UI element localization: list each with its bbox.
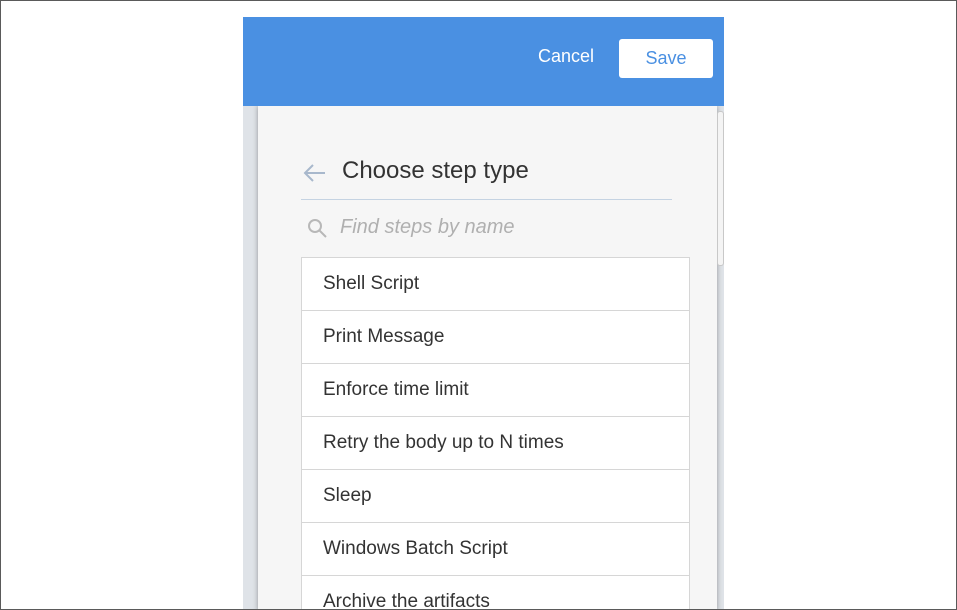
search-icon: [307, 218, 329, 240]
cancel-button[interactable]: Cancel: [536, 37, 596, 75]
arrow-left-icon[interactable]: [301, 159, 329, 187]
editor-panel: Choose step type Shell Script Print Mess…: [243, 106, 724, 609]
list-item[interactable]: Retry the body up to N times: [301, 417, 690, 470]
list-item[interactable]: Sleep: [301, 470, 690, 523]
search-input[interactable]: [340, 211, 670, 243]
list-item[interactable]: Windows Batch Script: [301, 523, 690, 576]
scrollbar-thumb[interactable]: [717, 111, 724, 266]
list-item[interactable]: Shell Script: [301, 258, 690, 311]
page-title: Choose step type: [342, 157, 529, 184]
step-chooser-panel: Choose step type Shell Script Print Mess…: [258, 106, 717, 609]
save-button[interactable]: Save: [619, 39, 713, 78]
list-item[interactable]: Archive the artifacts: [301, 576, 690, 609]
list-item[interactable]: Enforce time limit: [301, 364, 690, 417]
step-chooser-header: Choose step type: [301, 151, 672, 200]
top-toolbar: Cancel Save: [243, 17, 724, 106]
window-frame: Cancel Save Choose step type Find steps …: [0, 0, 957, 610]
search-bar: [307, 211, 672, 243]
step-type-list: Shell Script Print Message Enforce time …: [301, 257, 690, 609]
list-item[interactable]: Print Message: [301, 311, 690, 364]
